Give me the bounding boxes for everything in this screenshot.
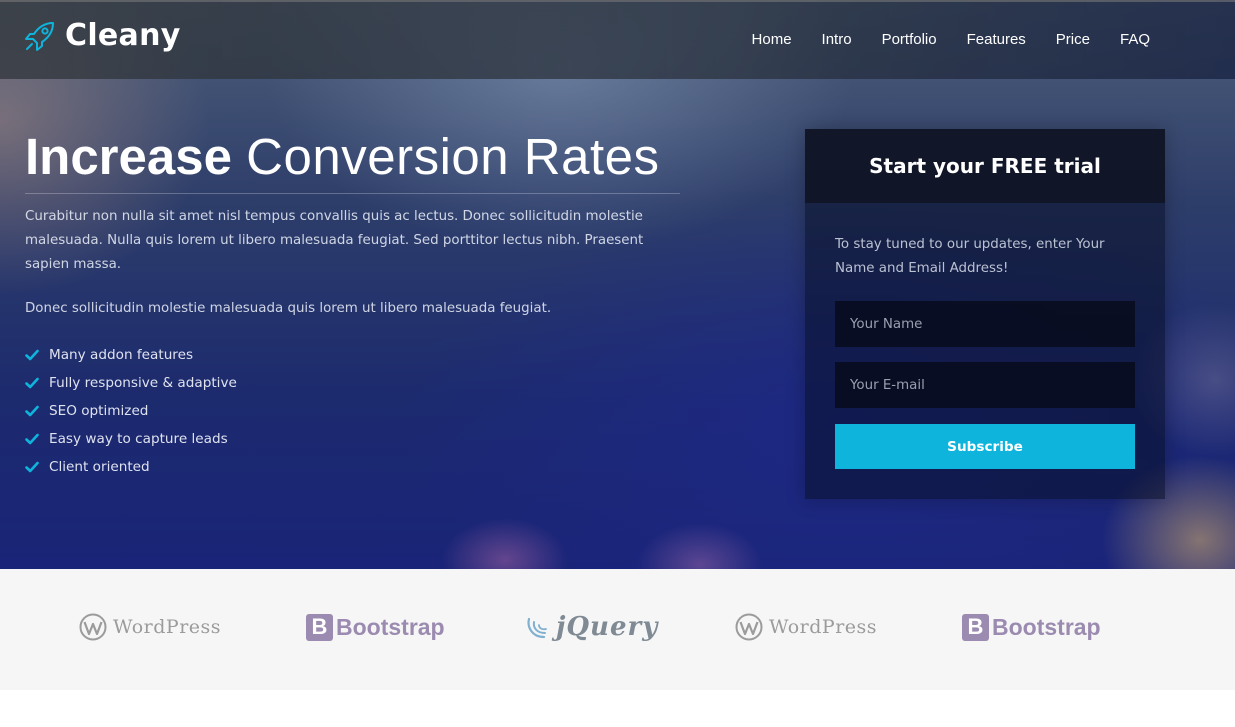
bootstrap-icon: B xyxy=(306,613,333,641)
feature-label: SEO optimized xyxy=(49,403,149,419)
email-input[interactable] xyxy=(835,362,1135,408)
nav-price[interactable]: Price xyxy=(1056,31,1090,48)
feature-label: Many addon features xyxy=(49,347,194,363)
hero-paragraph: Curabitur non nulla sit amet nisl tempus… xyxy=(25,209,644,272)
hero-headline: Increase Conversion Rates xyxy=(25,128,660,186)
wordpress-logo: WordPress xyxy=(79,612,221,642)
logo-text: Bootstrap xyxy=(336,613,445,640)
headline-light: Conversion Rates xyxy=(246,128,660,185)
feature-label: Client oriented xyxy=(49,459,150,475)
jquery-logo: jQuery xyxy=(526,612,658,642)
partner-logos-strip: WordPress B Bootstrap jQuery WordPress B… xyxy=(0,569,1235,690)
signup-card-header: Start your FREE trial xyxy=(805,129,1165,203)
logo-text: WordPress xyxy=(769,616,878,638)
brand-name: Cleany xyxy=(65,18,181,53)
feature-label: Fully responsive & adaptive xyxy=(49,375,237,391)
navbar: Cleany Home Intro Portfolio Features Pri… xyxy=(0,0,1235,79)
check-icon xyxy=(25,433,39,445)
brand[interactable]: Cleany xyxy=(24,18,181,53)
check-icon xyxy=(25,461,39,473)
headline-divider xyxy=(25,193,680,194)
logo-text: jQuery xyxy=(556,612,659,642)
nav-home[interactable]: Home xyxy=(752,31,792,48)
hero-section: Cleany Home Intro Portfolio Features Pri… xyxy=(0,0,1235,569)
feature-item: Client oriented xyxy=(25,453,237,481)
check-icon xyxy=(25,349,39,361)
signup-title: Start your FREE trial xyxy=(869,154,1101,178)
feature-label: Easy way to capture leads xyxy=(49,431,228,447)
logo-text: WordPress xyxy=(113,616,222,638)
logo-text: Bootstrap xyxy=(992,613,1101,640)
wordpress-icon xyxy=(79,613,107,641)
wordpress-icon xyxy=(735,613,763,641)
headline-strong: Increase xyxy=(25,128,232,185)
check-icon xyxy=(25,377,39,389)
subscribe-button[interactable]: Subscribe xyxy=(835,424,1135,469)
name-input[interactable] xyxy=(835,301,1135,347)
hero-paragraph: Donec sollicitudin molestie malesuada qu… xyxy=(25,301,552,316)
nav-portfolio[interactable]: Portfolio xyxy=(882,31,937,48)
main-nav: Home Intro Portfolio Features Price FAQ xyxy=(722,31,1150,48)
bootstrap-logo: B Bootstrap xyxy=(306,612,445,642)
nav-features[interactable]: Features xyxy=(967,31,1026,48)
bootstrap-logo: B Bootstrap xyxy=(962,612,1101,642)
jquery-icon xyxy=(527,617,547,639)
feature-list: Many addon features Fully responsive & a… xyxy=(25,341,237,481)
feature-item: Fully responsive & adaptive xyxy=(25,369,237,397)
signup-description: To stay tuned to our updates, enter Your… xyxy=(835,237,1105,276)
feature-item: Easy way to capture leads xyxy=(25,425,237,453)
feature-item: SEO optimized xyxy=(25,397,237,425)
wordpress-logo: WordPress xyxy=(735,612,877,642)
check-icon xyxy=(25,405,39,417)
feature-item: Many addon features xyxy=(25,341,237,369)
rocket-icon xyxy=(25,21,54,51)
bootstrap-icon: B xyxy=(962,613,989,641)
nav-intro[interactable]: Intro xyxy=(822,31,852,48)
signup-card: Start your FREE trial To stay tuned to o… xyxy=(805,129,1165,499)
nav-faq[interactable]: FAQ xyxy=(1120,31,1150,48)
